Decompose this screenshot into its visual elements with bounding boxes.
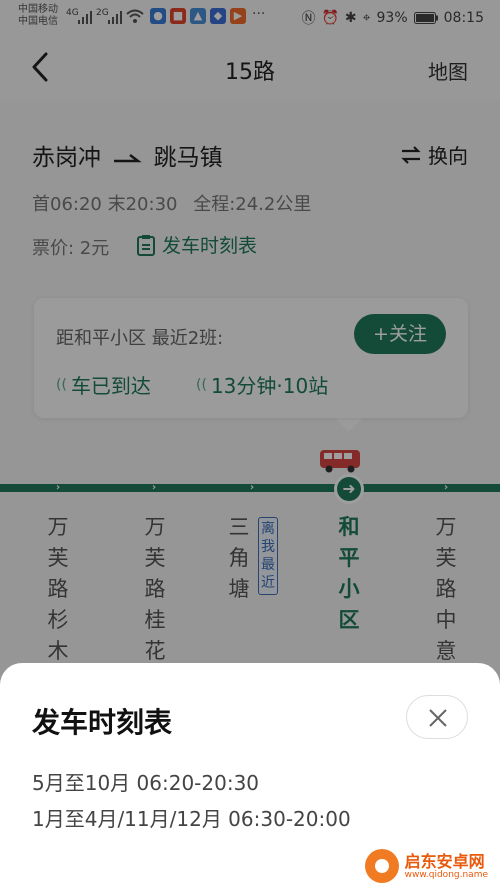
- watermark: 启东安卓网 www.qidong.name: [364, 849, 488, 883]
- schedule-line: 1月至4月/11月/12月 06:30-20:00: [32, 807, 351, 831]
- sheet-title: 发车时刻表: [32, 706, 173, 739]
- watermark-logo-icon: [364, 849, 399, 883]
- watermark-name: 启东安卓网: [404, 851, 485, 871]
- close-icon: [429, 709, 447, 727]
- close-button[interactable]: [406, 695, 468, 739]
- watermark-text: 启东安卓网 www.qidong.name: [405, 853, 488, 880]
- watermark-url: www.qidong.name: [404, 869, 488, 880]
- schedule-line: 5月至10月 06:20-20:30: [32, 771, 260, 795]
- timetable-sheet: 发车时刻表 5月至10月 06:20-20:30 1月至4月/11月/12月 0…: [0, 663, 500, 889]
